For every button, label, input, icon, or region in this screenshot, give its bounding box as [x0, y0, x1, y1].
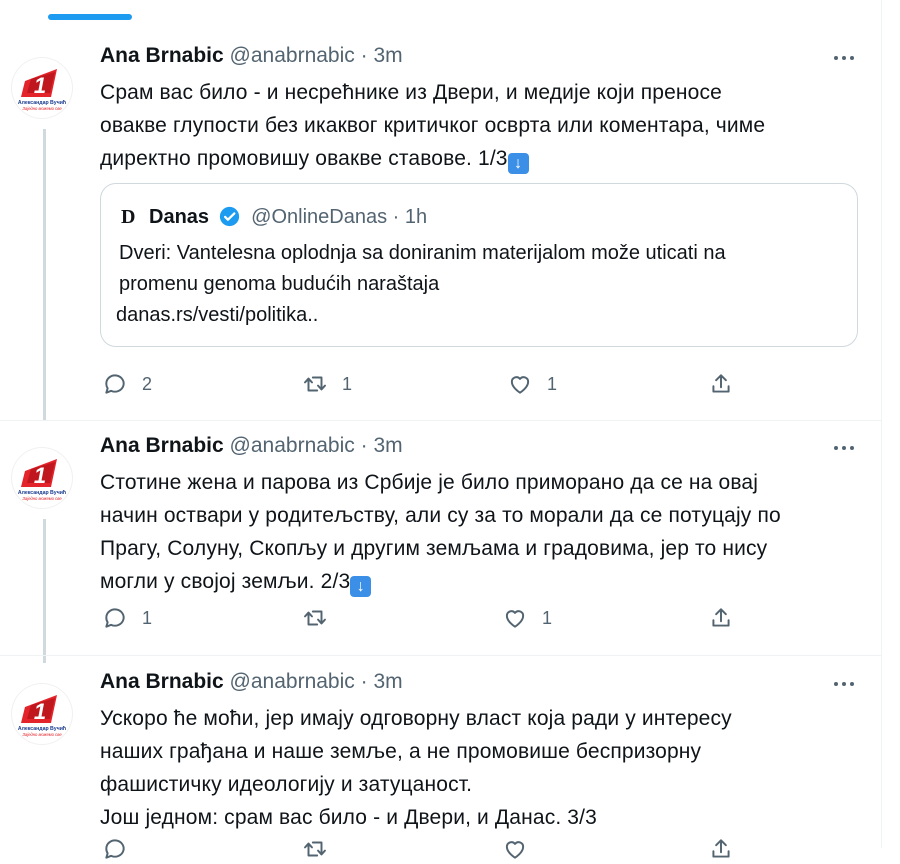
avatar-slogan: Заједно можемо све [22, 732, 62, 737]
retweet-count: 1 [342, 373, 353, 394]
active-tab-indicator [48, 14, 132, 20]
tweet-divider [0, 420, 881, 421]
retweet-icon [304, 841, 326, 857]
quoted-author-name[interactable]: Danas [149, 206, 209, 228]
avatar-caption: Александар Вучић [18, 725, 66, 732]
quoted-text: Dveri: Vantelesna oplodnja sa doniranim … [116, 238, 839, 331]
author-name[interactable]: Ana Brnabic [100, 434, 224, 457]
quoted-tweet[interactable]: D Danas @OnlineDanas · 1h Dveri: Vantele… [100, 183, 858, 347]
avatar-badge-text: 1 [34, 463, 46, 488]
avatar[interactable]: 1 Александар Вучић Заједно можемо све [11, 447, 73, 509]
author-handle[interactable]: @anabrnabic [230, 670, 355, 693]
avatar[interactable]: 1 Александар Вучић Заједно можемо све [11, 57, 73, 119]
like-button[interactable] [502, 834, 528, 864]
avatar-slogan: Заједно можемо све [22, 106, 62, 111]
avatar-badge-text: 1 [34, 73, 46, 98]
quoted-author-handle[interactable]: @OnlineDanas [251, 206, 387, 228]
reply-button[interactable] [102, 834, 128, 864]
text-line: Прагу, Солуну, Скопљу и другим земљама и… [100, 537, 768, 560]
thread-connector [43, 129, 46, 421]
text-line: могли у својој земљи. 2/3 [100, 570, 351, 593]
reply-icon [105, 839, 125, 859]
avatar[interactable]: 1 Александар Вучић Заједно можемо све [11, 683, 73, 745]
share-button[interactable] [708, 369, 734, 399]
reply-count: 1 [142, 607, 153, 628]
author-name[interactable]: Ana Brnabic [100, 44, 224, 67]
reply-count: 2 [142, 373, 153, 394]
text-line: Срам вас било - и несрећнике из Двери, и… [100, 81, 722, 104]
avatar-caption: Александар Вучић [18, 99, 66, 106]
timestamp[interactable]: 3m [373, 670, 402, 693]
text-line: Још једном: срам вас било - и Двери, и Д… [100, 806, 597, 829]
text-line: Ускоро ће моћи, јер имају одговорну влас… [100, 707, 732, 730]
heart-icon [505, 610, 525, 628]
quoted-timestamp[interactable]: 1h [405, 206, 427, 228]
tweet-text: Стотине жена и парова из Србије је било … [100, 466, 860, 598]
retweet-button[interactable] [302, 603, 328, 633]
quoted-link[interactable]: danas.rs/vesti/politika.. [116, 300, 839, 331]
tweet-actions [100, 834, 860, 864]
more-options-icon[interactable] [832, 673, 858, 691]
text-line: фашистичку идеологију и затуцаност. [100, 773, 473, 796]
avatar-caption: Александар Вучић [18, 489, 66, 496]
quoted-text-line: promenu genoma budućih naraštaja [119, 273, 440, 295]
share-button[interactable] [708, 603, 734, 633]
heart-icon [505, 841, 525, 859]
separator-dot: · [360, 670, 368, 693]
tweet-text: Ускоро ће моћи, јер имају одговорну влас… [100, 702, 860, 834]
tweet-2[interactable]: 1 Александар Вучић Заједно можемо све An… [0, 433, 881, 663]
thread-connector [43, 519, 46, 663]
retweet-button[interactable]: 1 [302, 369, 352, 399]
retweet-button[interactable] [302, 834, 328, 864]
author-name[interactable]: Ana Brnabic [100, 670, 224, 693]
text-line: наших грађана и наше земље, а не промови… [100, 740, 702, 763]
separator-dot: · [392, 206, 400, 228]
tweet-divider [0, 655, 881, 656]
author-handle[interactable]: @anabrnabic [230, 44, 355, 67]
tweet-actions: 1 1 [100, 603, 860, 633]
like-count: 1 [542, 607, 553, 628]
text-line: директно промовишу овакве ставове. 1/3 [100, 147, 508, 170]
share-button[interactable] [708, 834, 734, 864]
text-line: овакве глупости без икаквог критичког ос… [100, 114, 766, 137]
share-icon [712, 839, 730, 858]
heart-icon [510, 376, 530, 394]
separator-dot: · [360, 434, 368, 457]
more-options-icon[interactable] [832, 437, 858, 455]
reply-button[interactable]: 1 [102, 603, 152, 633]
timestamp[interactable]: 3m [373, 434, 402, 457]
like-button[interactable]: 1 [507, 369, 557, 399]
share-icon [712, 374, 730, 393]
avatar-slogan: Заједно можемо све [22, 496, 62, 501]
text-line: Стотине жена и парова из Србије је било … [100, 471, 759, 494]
author-handle[interactable]: @anabrnabic [230, 434, 355, 457]
timeline-border [881, 0, 882, 848]
down-arrow-emoji-icon: ↓ [350, 576, 372, 597]
reply-icon [105, 374, 125, 394]
tweet-1[interactable]: 1 Александар Вучић Заједно можемо све An… [0, 43, 881, 421]
tweet-text: Срам вас било - и несрећнике из Двери, и… [100, 76, 860, 175]
share-icon [712, 608, 730, 627]
more-options-icon[interactable] [832, 47, 858, 65]
separator-dot: · [360, 44, 368, 67]
retweet-icon [304, 610, 326, 626]
reply-icon [105, 608, 125, 628]
like-count: 1 [547, 373, 558, 394]
danas-logo-icon: D [121, 206, 136, 228]
text-line: начин оствари у родитељству, али су за т… [100, 504, 781, 527]
tweet-actions: 2 1 1 [100, 369, 860, 399]
tweet-3[interactable]: 1 Александар Вучић Заједно можемо све An… [0, 669, 881, 859]
verified-badge-icon [219, 206, 239, 227]
quoted-text-line: Dveri: Vantelesna oplodnja sa doniranim … [119, 242, 726, 264]
timestamp[interactable]: 3m [373, 44, 402, 67]
reply-button[interactable]: 2 [102, 369, 152, 399]
like-button[interactable]: 1 [502, 603, 552, 633]
down-arrow-emoji-icon: ↓ [507, 153, 529, 174]
retweet-icon [304, 376, 326, 392]
avatar-badge-text: 1 [34, 699, 46, 724]
